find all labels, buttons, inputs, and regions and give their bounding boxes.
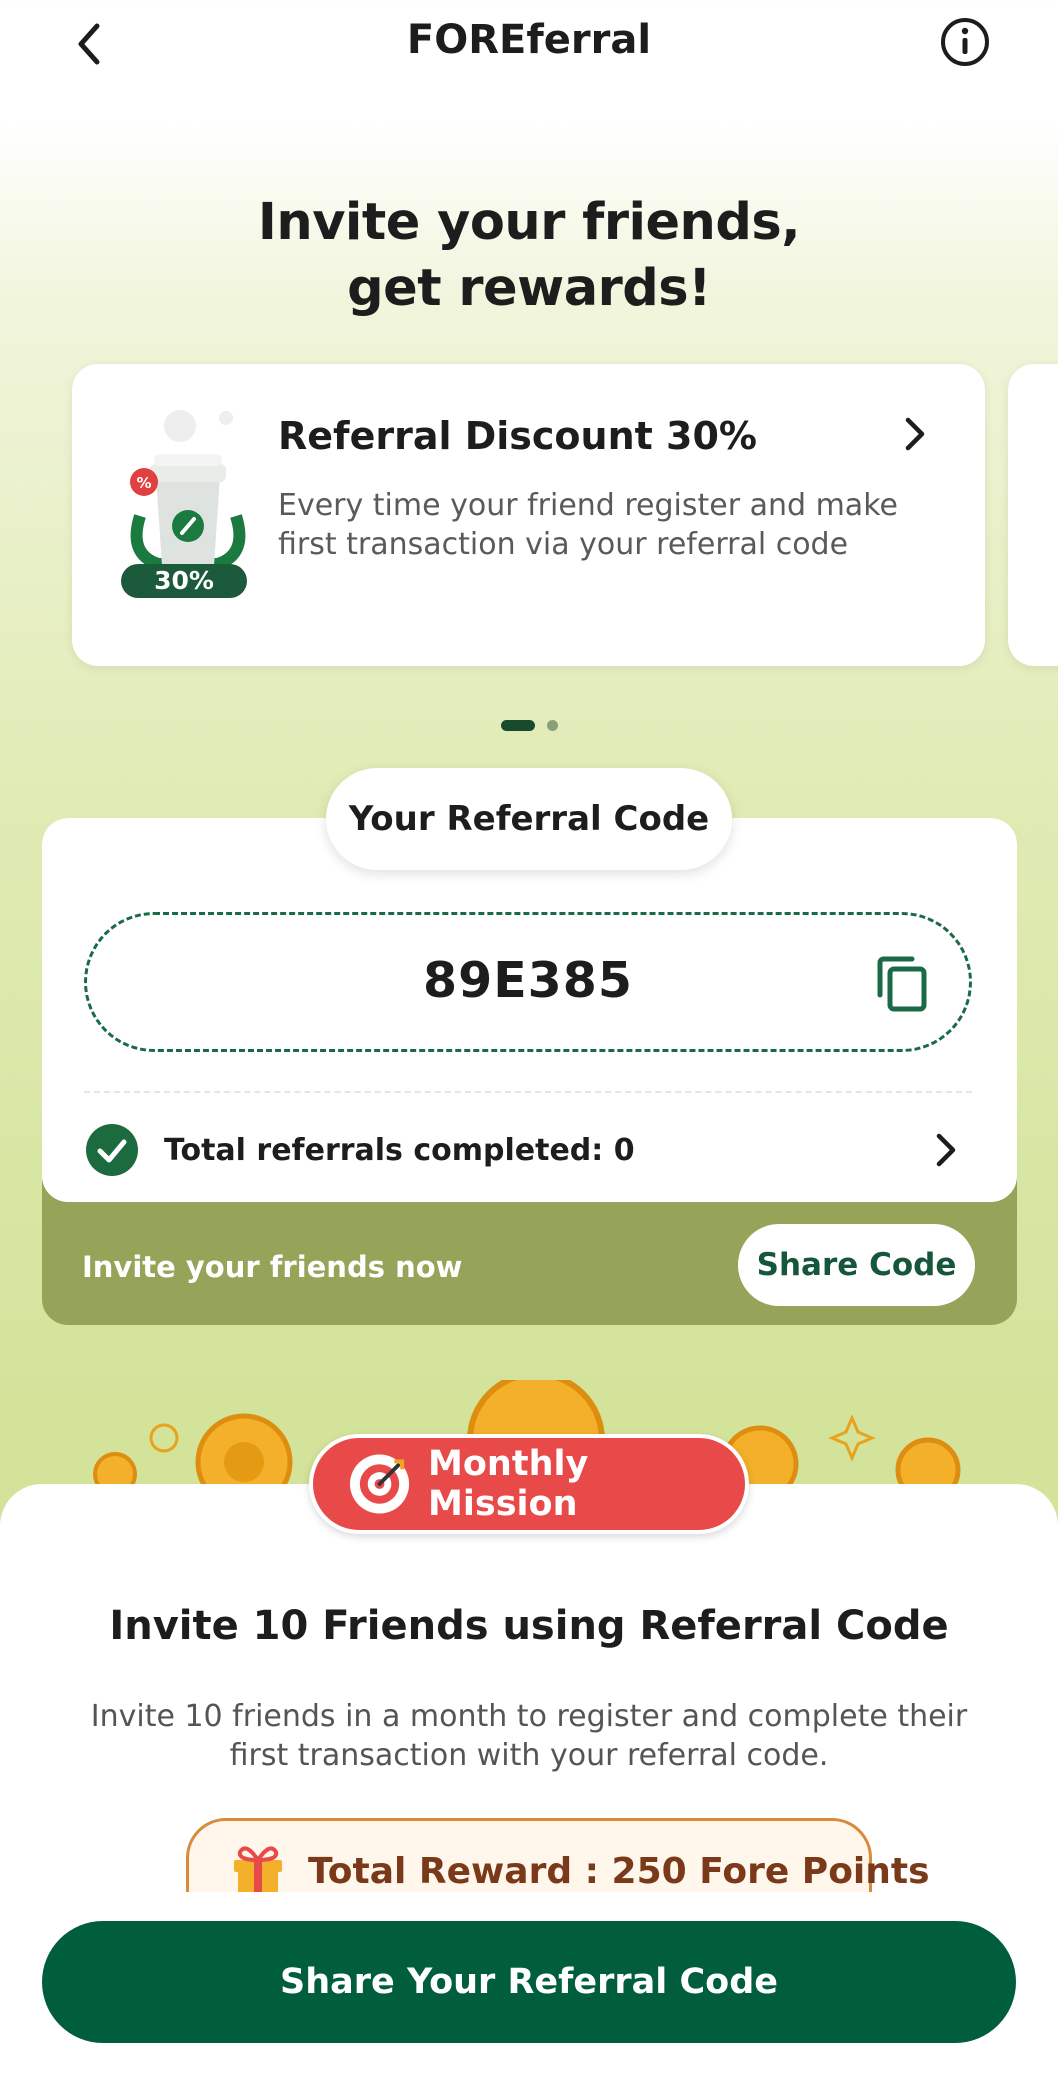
total-reward: Total Reward : 250 Fore Points xyxy=(308,1851,930,1892)
chevron-right-icon[interactable] xyxy=(895,414,935,454)
promo-card-next[interactable] xyxy=(1008,364,1058,666)
chevron-right-icon[interactable] xyxy=(926,1130,966,1170)
carousel-dot[interactable] xyxy=(546,720,558,731)
hero-line-2: get rewards! xyxy=(347,259,711,318)
divider xyxy=(84,1091,972,1093)
info-icon xyxy=(941,18,989,66)
discount-badge-text: 30% xyxy=(154,566,214,595)
referral-code-label: Your Referral Code xyxy=(326,768,732,870)
gift-icon xyxy=(234,1846,282,1896)
monthly-mission-label: Monthly Mission xyxy=(428,1444,589,1524)
share-referral-code-button[interactable]: Share Your Referral Code xyxy=(42,1921,1016,2043)
promo-description: Every time your friend register and make… xyxy=(278,488,898,562)
referral-code: 89E385 xyxy=(423,952,633,1009)
total-referrals[interactable]: Total referrals completed: 0 xyxy=(164,1131,635,1171)
carousel-indicator xyxy=(0,720,1058,731)
mission-title: Invite 10 Friends using Referral Code xyxy=(109,1603,949,1649)
copy-icon[interactable] xyxy=(872,953,932,1015)
mission-description: Invite 10 friends in a month to register… xyxy=(90,1699,968,1773)
hero-line-1: Invite your friends, xyxy=(257,193,801,252)
promo-title: Referral Discount 30% xyxy=(278,414,757,458)
check-circle-icon xyxy=(86,1124,138,1176)
coffee-cup-discount-icon: % 30% xyxy=(121,410,247,598)
page-title: FOREferral xyxy=(406,17,652,63)
info-button[interactable] xyxy=(935,12,995,72)
invite-friends-text: Invite your friends now xyxy=(82,1250,463,1284)
carousel-dot-active[interactable] xyxy=(500,720,535,731)
svg-text:%: % xyxy=(136,474,151,492)
monthly-mission-badge: Monthly Mission xyxy=(309,1434,749,1534)
share-code-button[interactable]: Share Code xyxy=(738,1224,975,1306)
target-icon xyxy=(349,1454,410,1514)
hero-heading: Invite your friends, get rewards! xyxy=(0,190,1058,322)
